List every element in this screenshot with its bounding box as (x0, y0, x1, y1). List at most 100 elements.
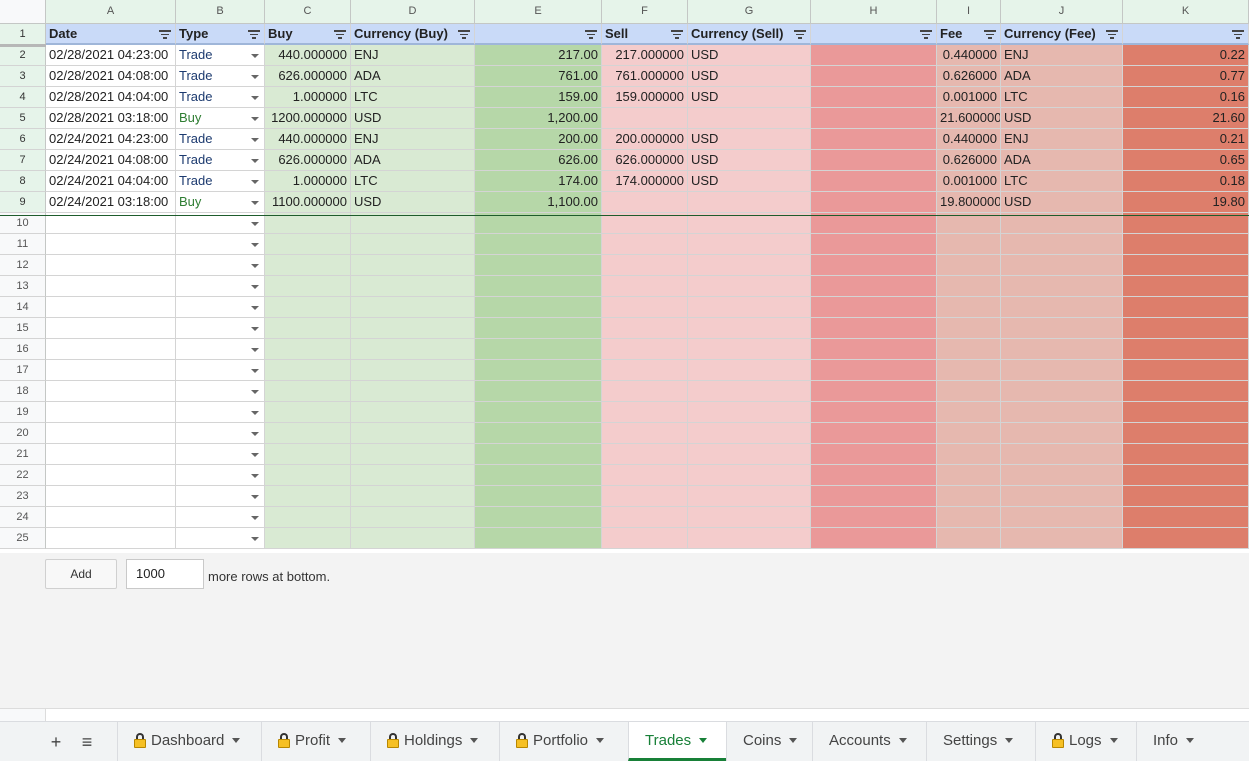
tab-accounts[interactable]: Accounts (812, 722, 926, 761)
cell-j5[interactable]: USD (1001, 108, 1123, 129)
cell-k8[interactable]: 0.18 (1123, 171, 1249, 192)
cell-g10[interactable] (688, 213, 811, 234)
cell-i22[interactable] (937, 465, 1001, 486)
cell-i5[interactable]: 21.600000 (937, 108, 1001, 129)
cell-d18[interactable] (351, 381, 475, 402)
cell-d14[interactable] (351, 297, 475, 318)
cell-f8[interactable]: 174.000000 (602, 171, 688, 192)
cell-d23[interactable] (351, 486, 475, 507)
cell-f18[interactable] (602, 381, 688, 402)
row-number[interactable]: 5 (0, 108, 46, 129)
cell-h9[interactable] (811, 192, 937, 213)
cell-a15[interactable] (46, 318, 176, 339)
cell-h20[interactable] (811, 423, 937, 444)
freeze-handle[interactable] (0, 44, 46, 47)
chevron-down-icon[interactable] (1109, 738, 1118, 743)
row-number[interactable]: 12 (0, 255, 46, 276)
cell-c11[interactable] (265, 234, 351, 255)
header-cell-d[interactable]: Currency (Buy) (351, 24, 475, 45)
cell-k2[interactable]: 0.22 (1123, 45, 1249, 66)
row-number[interactable]: 22 (0, 465, 46, 486)
cell-g8[interactable]: USD (688, 171, 811, 192)
cell-a10[interactable] (46, 213, 176, 234)
cell-e19[interactable] (475, 402, 602, 423)
cell-f22[interactable] (602, 465, 688, 486)
cell-j25[interactable] (1001, 528, 1123, 549)
column-header-g[interactable]: G (688, 0, 811, 24)
cell-f19[interactable] (602, 402, 688, 423)
cell-c23[interactable] (265, 486, 351, 507)
chevron-down-icon[interactable] (232, 738, 241, 743)
cell-e5[interactable]: 1,200.00 (475, 108, 602, 129)
cell-h18[interactable] (811, 381, 937, 402)
chevron-down-icon[interactable] (898, 738, 907, 743)
cell-c3[interactable]: 626.000000 (265, 66, 351, 87)
cell-h16[interactable] (811, 339, 937, 360)
cell-e6[interactable]: 200.00 (475, 129, 602, 150)
row-number[interactable]: 2 (0, 45, 46, 66)
cell-d15[interactable] (351, 318, 475, 339)
cell-h14[interactable] (811, 297, 937, 318)
cell-j9[interactable]: USD (1001, 192, 1123, 213)
cell-c5[interactable]: 1200.000000 (265, 108, 351, 129)
dropdown-arrow-icon[interactable] (251, 117, 259, 121)
cell-k12[interactable] (1123, 255, 1249, 276)
cell-j19[interactable] (1001, 402, 1123, 423)
cell-g7[interactable]: USD (688, 150, 811, 171)
cell-i3[interactable]: 0.626000 (937, 66, 1001, 87)
cell-f25[interactable] (602, 528, 688, 549)
cell-c7[interactable]: 626.000000 (265, 150, 351, 171)
cell-e13[interactable] (475, 276, 602, 297)
cell-f9[interactable] (602, 192, 688, 213)
row-number[interactable]: 20 (0, 423, 46, 444)
cell-i10[interactable] (937, 213, 1001, 234)
cell-e22[interactable] (475, 465, 602, 486)
cell-d7[interactable]: ADA (351, 150, 475, 171)
cell-a17[interactable] (46, 360, 176, 381)
filter-icon[interactable] (334, 30, 346, 40)
cell-c14[interactable] (265, 297, 351, 318)
row-number[interactable]: 4 (0, 87, 46, 108)
header-cell-a[interactable]: Date (46, 24, 176, 45)
dropdown-arrow-icon[interactable] (251, 264, 259, 268)
cell-i25[interactable] (937, 528, 1001, 549)
row-number[interactable]: 7 (0, 150, 46, 171)
cell-e18[interactable] (475, 381, 602, 402)
filter-icon[interactable] (794, 30, 806, 40)
cell-j17[interactable] (1001, 360, 1123, 381)
cell-c13[interactable] (265, 276, 351, 297)
cell-f10[interactable] (602, 213, 688, 234)
cell-j14[interactable] (1001, 297, 1123, 318)
cell-j22[interactable] (1001, 465, 1123, 486)
column-header-j[interactable]: J (1001, 0, 1123, 24)
cell-d2[interactable]: ENJ (351, 45, 475, 66)
dropdown-arrow-icon[interactable] (251, 390, 259, 394)
tab-info[interactable]: Info (1136, 722, 1213, 761)
cell-d22[interactable] (351, 465, 475, 486)
cell-h23[interactable] (811, 486, 937, 507)
cell-k3[interactable]: 0.77 (1123, 66, 1249, 87)
cell-j10[interactable] (1001, 213, 1123, 234)
filter-icon[interactable] (458, 30, 470, 40)
cell-g20[interactable] (688, 423, 811, 444)
cell-g9[interactable] (688, 192, 811, 213)
cell-e4[interactable]: 159.00 (475, 87, 602, 108)
dropdown-arrow-icon[interactable] (251, 369, 259, 373)
cell-f17[interactable] (602, 360, 688, 381)
cell-e20[interactable] (475, 423, 602, 444)
cell-i4[interactable]: 0.001000 (937, 87, 1001, 108)
tab-coins[interactable]: Coins (726, 722, 812, 761)
cell-h7[interactable] (811, 150, 937, 171)
cell-g18[interactable] (688, 381, 811, 402)
cell-c25[interactable] (265, 528, 351, 549)
column-header-d[interactable]: D (351, 0, 475, 24)
cell-e24[interactable] (475, 507, 602, 528)
cell-g16[interactable] (688, 339, 811, 360)
row-number[interactable]: 23 (0, 486, 46, 507)
cell-c2[interactable]: 440.000000 (265, 45, 351, 66)
cell-i2[interactable]: 0.440000 (937, 45, 1001, 66)
cell-g5[interactable] (688, 108, 811, 129)
cell-j20[interactable] (1001, 423, 1123, 444)
horizontal-scroll-strip[interactable] (0, 708, 1249, 721)
cell-a13[interactable] (46, 276, 176, 297)
